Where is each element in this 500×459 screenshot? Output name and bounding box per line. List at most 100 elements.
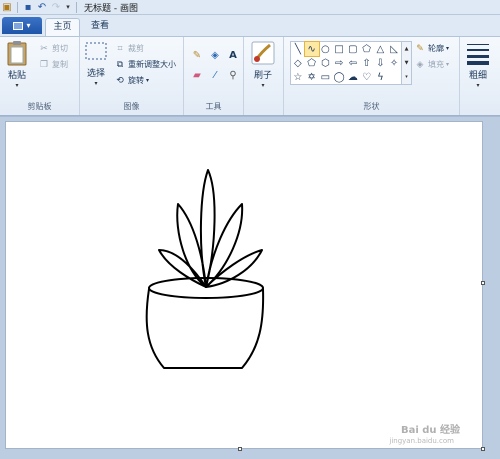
fill-label: 填充 <box>428 60 444 69</box>
resize-handle-right[interactable] <box>481 281 485 285</box>
pentagon-shape-icon[interactable]: ⬠ <box>305 56 319 70</box>
clipboard-group-label: 剪贴板 <box>27 102 52 111</box>
brush-icon <box>251 41 275 65</box>
curve-shape-icon[interactable]: ∿ <box>303 41 320 57</box>
six-point-star-shape-icon[interactable]: ✡ <box>305 70 319 84</box>
brushes-button[interactable]: 刷子 ▾ <box>250 40 276 89</box>
magnifier-icon[interactable]: ⚲ <box>224 67 242 83</box>
rounded-callout-shape-icon[interactable]: ▭ <box>319 70 333 84</box>
chevron-down-icon: ▾ <box>446 45 450 52</box>
paint-menu-button[interactable]: ▾ <box>2 17 42 34</box>
size-button[interactable]: 粗细 ▾ <box>465 40 491 89</box>
shapes-group-label: 形状 <box>363 102 380 111</box>
tab-home[interactable]: 主页 <box>45 18 80 36</box>
image-group: 选择 ▾ ⌗ 裁剪 ⧉ 重新调整大小 ⟲ 旋转 ▾ 图像 <box>80 37 184 115</box>
scroll-up-icon[interactable]: ▲ <box>405 46 409 52</box>
chevron-down-icon: ▾ <box>146 77 150 84</box>
chevron-down-icon: ▾ <box>446 61 450 68</box>
chevron-down-icon: ▾ <box>261 82 265 89</box>
ribbon: 粘贴 ▾ ✂ 剪切 ❐ 复制 剪贴板 选择 ▾ ⌗ 裁剪 ⧉ 重新调整大小 ⟲ … <box>0 36 500 116</box>
shapes-group: ╲ ∿ ○ □ ▢ ⬠ △ ◺ ◇ ⬠ ⬡ ⇨ ⇦ ⇧ ⇩ ✧ ☆ ✡ ▭ ◯ … <box>284 37 460 115</box>
resize-handle-bottom[interactable] <box>238 447 242 451</box>
redo-icon[interactable]: ↷ <box>49 1 63 14</box>
diamond-shape-icon[interactable]: ◇ <box>291 56 305 70</box>
text-icon[interactable]: A <box>224 47 242 63</box>
four-point-star-shape-icon[interactable]: ✧ <box>387 56 401 70</box>
paste-button[interactable]: 粘贴 ▾ <box>6 40 28 89</box>
lightning-shape-icon[interactable]: ϟ <box>374 70 388 84</box>
cut-label: 剪切 <box>52 44 68 53</box>
chevron-down-icon: ▾ <box>476 82 480 89</box>
brushes-label: 刷子 <box>253 71 272 81</box>
customize-dropdown-icon[interactable]: ▾ <box>63 1 73 14</box>
heart-shape-icon[interactable]: ♡ <box>360 70 374 84</box>
clipboard-group: 粘贴 ▾ ✂ 剪切 ❐ 复制 剪贴板 <box>0 37 80 115</box>
clipboard-icon <box>7 41 27 66</box>
plant-drawing <box>145 169 265 369</box>
color-picker-icon[interactable]: ⁄ <box>206 67 224 83</box>
arrow-left-shape-icon[interactable]: ⇦ <box>346 56 360 70</box>
toolbar-separator <box>17 1 18 13</box>
chevron-down-icon: ▾ <box>26 21 31 30</box>
polygon-shape-icon[interactable]: ⬠ <box>360 42 374 56</box>
tools-group: ✎ ◈ A ▰ ⁄ ⚲ 工具 <box>184 37 244 115</box>
resize-handle-corner[interactable] <box>481 447 485 451</box>
triangle-shape-icon[interactable]: △ <box>374 42 388 56</box>
copy-button[interactable]: ❐ 复制 <box>38 58 68 71</box>
expand-gallery-icon[interactable]: ▾ <box>405 74 408 80</box>
copy-icon: ❐ <box>39 59 49 70</box>
fill-bucket-icon: ◈ <box>416 59 424 70</box>
tab-row: ▾ 主页 查看 <box>0 15 500 36</box>
shapes-gallery-scroll[interactable]: ▲ ▼ ▾ <box>402 41 412 85</box>
fill-button[interactable]: ◈ 填充 ▾ <box>414 58 449 71</box>
tab-view[interactable]: 查看 <box>82 18 118 36</box>
arrow-up-shape-icon[interactable]: ⇧ <box>360 56 374 70</box>
paint-menu-icon <box>13 21 24 30</box>
size-label: 粗细 <box>468 71 487 81</box>
arrow-right-shape-icon[interactable]: ⇨ <box>332 56 346 70</box>
drawing-canvas[interactable]: Bai du 经验 jingyan.baidu.com <box>5 121 483 449</box>
fill-icon[interactable]: ◈ <box>206 47 224 63</box>
shapes-gallery[interactable]: ╲ ∿ ○ □ ▢ ⬠ △ ◺ ◇ ⬠ ⬡ ⇨ ⇦ ⇧ ⇩ ✧ ☆ ✡ ▭ ◯ … <box>290 41 402 85</box>
five-point-star-shape-icon[interactable]: ☆ <box>291 70 305 84</box>
resize-button[interactable]: ⧉ 重新调整大小 <box>114 58 176 71</box>
outline-icon: ✎ <box>416 43 424 54</box>
outline-button[interactable]: ✎ 轮廓 ▾ <box>414 42 449 55</box>
outline-label: 轮廓 <box>428 44 444 53</box>
cloud-callout-shape-icon[interactable]: ☁ <box>346 70 360 84</box>
rotate-icon: ⟲ <box>116 75 124 86</box>
copy-label: 复制 <box>52 60 68 69</box>
size-group: 粗细 ▾ <box>460 37 500 115</box>
more-shape-icon[interactable] <box>387 70 401 84</box>
select-button[interactable]: 选择 ▾ <box>84 40 108 87</box>
toolbar-separator <box>76 1 77 13</box>
undo-icon[interactable]: ↶ <box>35 1 49 14</box>
line-shape-icon[interactable]: ╲ <box>291 42 305 56</box>
rotate-button[interactable]: ⟲ 旋转 ▾ <box>114 74 149 87</box>
pencil-icon[interactable]: ✎ <box>188 47 206 63</box>
crop-icon: ⌗ <box>117 43 123 54</box>
save-icon[interactable]: ▪ <box>21 1 35 14</box>
app-icon[interactable]: ▣ <box>0 1 14 14</box>
rounded-rectangle-shape-icon[interactable]: ▢ <box>346 42 360 56</box>
line-width-icon <box>467 44 489 65</box>
chevron-down-icon: ▾ <box>94 80 98 87</box>
oval-callout-shape-icon[interactable]: ◯ <box>332 70 346 84</box>
paste-label: 粘贴 <box>7 71 26 81</box>
chevron-down-icon: ▾ <box>15 82 19 89</box>
hexagon-shape-icon[interactable]: ⬡ <box>319 56 333 70</box>
crop-label: 裁剪 <box>128 44 144 53</box>
right-triangle-shape-icon[interactable]: ◺ <box>387 42 401 56</box>
crop-button[interactable]: ⌗ 裁剪 <box>114 42 144 55</box>
watermark-url: jingyan.baidu.com <box>389 437 454 445</box>
tools-group-label: 工具 <box>205 102 222 111</box>
resize-icon: ⧉ <box>116 59 124 70</box>
rectangle-shape-icon[interactable]: □ <box>332 42 346 56</box>
scroll-down-icon[interactable]: ▼ <box>405 60 409 66</box>
scissors-icon: ✂ <box>40 43 48 54</box>
eraser-icon[interactable]: ▰ <box>188 67 206 83</box>
oval-shape-icon[interactable]: ○ <box>319 42 333 56</box>
window-title: 无标题 - 画图 <box>84 3 138 14</box>
cut-button[interactable]: ✂ 剪切 <box>38 42 68 55</box>
arrow-down-shape-icon[interactable]: ⇩ <box>374 56 388 70</box>
